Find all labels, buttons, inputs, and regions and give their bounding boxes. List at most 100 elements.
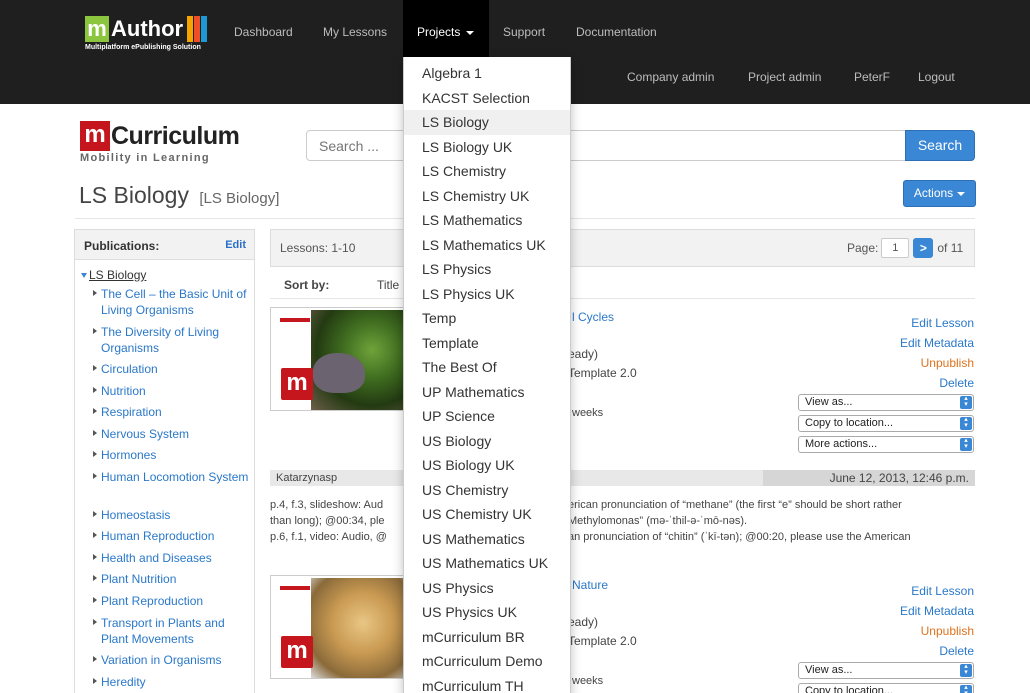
menu-item-us-biology-uk[interactable]: US Biology UK [404,453,570,478]
nav-project-admin[interactable]: Project admin [748,70,821,84]
menu-item-ls-chemistry[interactable]: LS Chemistry [404,159,570,184]
nav-my-lessons[interactable]: My Lessons [309,0,401,64]
next-page-button[interactable]: > [913,238,934,258]
sidebar-title: Publications: [84,239,160,253]
tree-root[interactable]: LS Biology [81,268,146,282]
sidebar-item-health[interactable]: Health and Diseases [93,550,251,566]
page-subtitle: [LS Biology] [199,190,280,207]
menu-item-us-physics[interactable]: US Physics [404,576,570,601]
nav-dashboard[interactable]: Dashboard [220,0,307,64]
menu-item-us-physics-uk[interactable]: US Physics UK [404,600,570,625]
sidebar-edit-link[interactable]: Edit [225,239,246,251]
menu-item-up-science[interactable]: UP Science [404,404,570,429]
lesson-title[interactable]: Nature [572,578,608,592]
mauthor-logo[interactable]: m Author Multiplatform ePublishing Solut… [85,14,208,51]
lesson-thumbnail[interactable]: m [270,575,405,679]
sidebar-header: Publications: Edit [75,230,254,260]
sidebar-item-label: Plant Reproduction [101,594,204,608]
delete-link[interactable]: Delete [939,376,974,390]
search-button[interactable]: Search [905,130,975,161]
mcurriculum-logo[interactable]: m Curriculum Mobility in Learning [80,121,240,164]
unpublish-link[interactable]: Unpublish [921,356,974,370]
menu-item-up-mathematics[interactable]: UP Mathematics [404,380,570,405]
nav-logout[interactable]: Logout [918,70,955,84]
menu-item-us-chemistry-uk[interactable]: US Chemistry UK [404,502,570,527]
menu-item-us-biology[interactable]: US Biology [404,429,570,454]
sidebar-item-variation[interactable]: Variation in Organisms [93,652,251,668]
sidebar-item-reproduction[interactable]: Human Reproduction [93,528,251,544]
menu-item-ls-mathematics-uk[interactable]: LS Mathematics UK [404,233,570,258]
chevron-right-icon [93,365,97,371]
select-arrows-icon: ▴▾ [960,663,972,677]
edit-metadata-link[interactable]: Edit Metadata [900,336,974,350]
copy-to-location-select[interactable]: Copy to location... ▴▾ [798,683,974,693]
menu-item-ls-physics[interactable]: LS Physics [404,257,570,282]
more-actions-select[interactable]: More actions... ▴ ▾ [798,436,974,453]
edit-metadata-link[interactable]: Edit Metadata [900,604,974,618]
nav-user[interactable]: PeterF [854,70,890,84]
caret-down-icon [466,30,475,35]
chevron-right-icon [93,328,97,334]
copy-to-location-select[interactable]: Copy to location... ▴▾ [798,415,974,432]
sort-title-column[interactable]: Title [377,278,399,292]
sidebar-item-label: Plant Nutrition [101,572,177,586]
search-input[interactable] [306,130,906,161]
view-as-select[interactable]: View as... ▴ ▾ [798,394,974,411]
menu-item-template[interactable]: Template [404,331,570,356]
nav-support[interactable]: Support [489,0,559,64]
unpublish-link[interactable]: Unpublish [921,624,974,638]
menu-item-mcurriculum-br[interactable]: mCurriculum BR [404,625,570,650]
page-number-input[interactable]: 1 [881,238,910,258]
sidebar-item-respiration[interactable]: Respiration [93,404,251,420]
sidebar-item-nutrition[interactable]: Nutrition [93,383,251,399]
menu-item-temp[interactable]: Temp [404,306,570,331]
chevron-right-icon [93,554,97,560]
nav-projects[interactable]: Projects [403,0,489,64]
sidebar-item-plant-nutrition[interactable]: Plant Nutrition [93,571,251,587]
select-arrows-icon: ▴▾ [960,684,972,693]
sidebar-item-nervous[interactable]: Nervous System [93,426,251,442]
sidebar-item-homeostasis[interactable]: Homeostasis [93,507,251,523]
menu-item-mcurriculum-th[interactable]: mCurriculum TH [404,674,570,693]
nav-documentation[interactable]: Documentation [562,0,671,64]
menu-item-ls-chemistry-uk[interactable]: LS Chemistry UK [404,184,570,209]
comment-line: p.6, f.1, video: Audio, @ an pronunciatio… [270,529,975,548]
sidebar-item-diversity[interactable]: The Diversity of Living Organisms [93,324,251,356]
menu-item-algebra-1[interactable]: Algebra 1 [404,61,570,86]
sidebar-item-label: The Diversity of Living Organisms [101,325,220,355]
comment-line-end: an pronunciation of “chitin” (ˈkī-tən); … [568,531,911,543]
lesson-thumbnail[interactable]: m [270,307,405,411]
menu-item-us-chemistry[interactable]: US Chemistry [404,478,570,503]
sidebar-item-label: Heredity [101,675,146,689]
comment-line-end: Methylomonas” (mə-ˈthil-ə-ˈmō-nəs). [568,515,748,527]
sidebar-item-plant-reproduction[interactable]: Plant Reproduction [93,593,251,609]
menu-item-mcurriculum-demo[interactable]: mCurriculum Demo [404,649,570,674]
menu-item-ls-biology-uk[interactable]: LS Biology UK [404,135,570,160]
comment-line-start: than long); @00:34, ple [270,515,385,527]
actions-button[interactable]: Actions [903,180,976,207]
menu-item-us-mathematics[interactable]: US Mathematics [404,527,570,552]
menu-item-ls-biology[interactable]: LS Biology [404,110,570,135]
sidebar-item-heredity[interactable]: Heredity [93,674,251,690]
sidebar-item-transport[interactable]: Transport in Plants and Plant Movements [93,615,251,647]
copy-value: Copy to location... [805,417,894,429]
lesson-title[interactable]: l Cycles [572,310,614,324]
menu-item-the-best-of[interactable]: The Best Of [404,355,570,380]
nav-company-admin[interactable]: Company admin [627,70,714,84]
menu-item-kacst-selection[interactable]: KACST Selection [404,86,570,111]
mc-letter: m [80,121,110,151]
menu-item-ls-mathematics[interactable]: LS Mathematics [404,208,570,233]
brand-block-red [194,16,201,42]
edit-lesson-link[interactable]: Edit Lesson [911,584,974,598]
sidebar-item-circulation[interactable]: Circulation [93,361,251,377]
view-as-select[interactable]: View as... ▴ ▾ [798,662,974,679]
sidebar-item-locomotion[interactable]: Human Locomotion System [93,469,251,485]
menu-item-ls-physics-uk[interactable]: LS Physics UK [404,282,570,307]
sidebar-item-label: Human Locomotion System [101,470,249,484]
edit-lesson-link[interactable]: Edit Lesson [911,316,974,330]
lessons-count: Lessons: 1-10 [280,241,356,255]
menu-item-us-mathematics-uk[interactable]: US Mathematics UK [404,551,570,576]
sidebar-item-cell[interactable]: The Cell – the Basic Unit of Living Orga… [93,286,251,318]
sidebar-item-hormones[interactable]: Hormones [93,447,251,463]
delete-link[interactable]: Delete [939,644,974,658]
